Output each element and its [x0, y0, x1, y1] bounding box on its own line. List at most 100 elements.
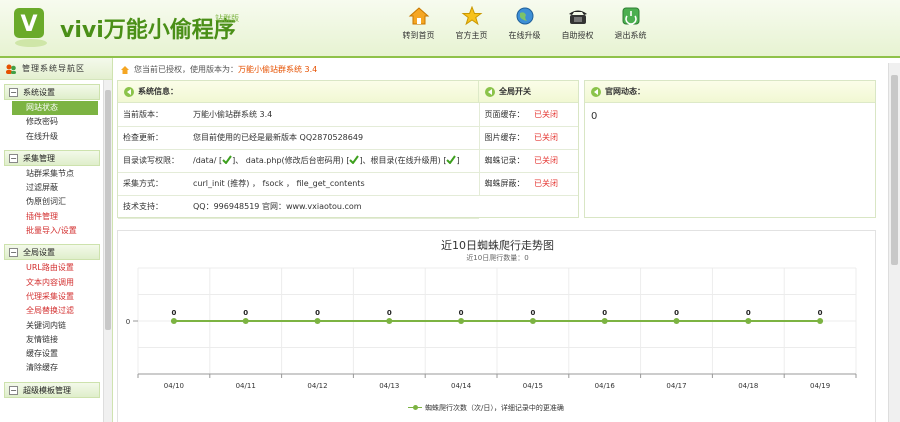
data-label: 0 [818, 309, 823, 317]
nav-official-site[interactable]: 官方主页 [445, 6, 498, 41]
chart-panel: 近10日蜘蛛爬行走势图 近10日爬行数量：0 0 04/10 04/11 04/12 0… [117, 230, 876, 422]
sidebar-item[interactable]: 网站状态 [12, 101, 98, 116]
sidebar-scrollbar[interactable] [103, 80, 112, 422]
news-title: 官网动态： [605, 87, 645, 96]
sidebar-group-title[interactable]: − 超级模板管理 [4, 381, 100, 398]
sidebar-scroll-thumb[interactable] [105, 90, 111, 330]
switch-value[interactable]: 已关闭 [529, 149, 578, 173]
logo-icon: V [14, 8, 47, 47]
legend-label: 蜘蛛爬行次数（次/日），详细记录中的更准确 [425, 404, 564, 412]
data-label: 0 [171, 309, 176, 317]
data-label: 0 [674, 309, 679, 317]
switch-value[interactable]: 已关闭 [529, 126, 578, 150]
switch-key: 图片缓存： [479, 126, 529, 150]
sidebar-item[interactable]: 站群采集节点 [4, 167, 100, 181]
home-small-icon [121, 66, 129, 74]
sidebar-group: − 全局设置 URL路由设置 文本内容调用 代理采集设置 全局替换过滤 关键词内链 友情链接缓… [4, 244, 100, 377]
sidebar-item[interactable]: 批量导入/设置 [4, 224, 100, 238]
sidebar-header: 管理系统导航区 [0, 58, 112, 80]
check-icon [446, 155, 457, 164]
user-group-icon [6, 64, 16, 74]
main-scrollbar[interactable] [888, 63, 900, 422]
info-value: 万能小偷站群系统 3.4 [188, 103, 480, 127]
sidebar-item[interactable]: 友情链接 [4, 333, 100, 347]
sidebar-item[interactable]: 在线升级 [4, 130, 100, 144]
nav-self-authorize[interactable]: 自助授权 [551, 6, 604, 41]
x-tick-label: 04/16 [595, 382, 616, 390]
update-status[interactable]: 您目前使用的已经是最新版本 QQ2870528649 [188, 126, 480, 150]
sidebar-groups: − 系统设置 网站状态 修改密码 在线升级 − 采集管理 站群采集节点 过滤屏蔽 伪原创词汇 插件管… [0, 84, 112, 398]
x-tick-label: 04/14 [451, 382, 472, 390]
data-point [817, 318, 824, 324]
switch-key: 蜘蛛记录： [479, 149, 529, 173]
sidebar-group-title[interactable]: − 采集管理 [4, 149, 100, 166]
data-label: 0 [530, 309, 535, 317]
switch-key: 页面缓存： [479, 103, 529, 127]
circle-arrow-icon [591, 87, 601, 97]
switch-value[interactable]: 已关闭 [529, 172, 578, 196]
info-key: 采集方式： [118, 172, 188, 196]
sidebar-item[interactable]: 伪原创词汇 [4, 195, 100, 209]
data-point [601, 318, 608, 324]
sidebar-item[interactable]: 文本内容调用 [4, 276, 100, 290]
collapse-icon[interactable]: − [9, 248, 18, 258]
permissions-value: /data/ []、 data.php(修改后台密码用) []、根目录(在线升级… [188, 149, 480, 173]
collect-methods: curl_init (推荐) ， fsock ， file_get_conten… [188, 172, 480, 196]
phone-icon [568, 10, 587, 24]
system-info-table: 当前版本： 万能小偷站群系统 3.4 页面缓存： 已关闭 检查更新： 您目前使用… [118, 103, 578, 219]
nav-online-upgrade[interactable]: 在线升级 [498, 6, 551, 41]
circle-arrow-icon [124, 87, 134, 97]
data-point [529, 318, 536, 324]
x-tick-label: 04/13 [379, 382, 399, 390]
breadcrumb-version: 万能小偷站群系统 3.4 [238, 65, 318, 74]
sidebar-item[interactable]: 关键词内链 [4, 319, 100, 333]
system-info-title: 系统信息： [138, 87, 178, 96]
sidebar-title: 管理系统导航区 [22, 64, 85, 73]
data-point [673, 318, 680, 324]
check-icon [349, 155, 360, 164]
switch-value[interactable]: 已关闭 [529, 103, 578, 127]
exit-icon [622, 7, 639, 25]
circle-arrow-icon [485, 87, 495, 97]
sidebar-item[interactable]: 修改密码 [4, 115, 100, 129]
data-label: 0 [243, 309, 248, 317]
data-label: 0 [459, 309, 464, 317]
sidebar-item[interactable]: 代理采集设置 [4, 290, 100, 304]
check-icon [222, 155, 232, 164]
sidebar-item[interactable]: 全局替换过滤 [4, 304, 100, 318]
table-row: 技术支持： QQ：996948519 官网：www.vxiaotou.com [118, 195, 578, 219]
breadcrumb: 您当前已授权，使用版本为：万能小偷站群系统 3.4 [118, 62, 317, 78]
info-key: 目录读写权限： [118, 149, 188, 173]
x-tick-label: 04/11 [236, 382, 256, 390]
collapse-icon[interactable]: − [9, 88, 18, 97]
sidebar-group-title[interactable]: − 全局设置 [4, 244, 100, 261]
sidebar-group: − 采集管理 站群采集节点 过滤屏蔽 伪原创词汇 插件管理 批量导入/设置 [4, 149, 100, 240]
data-point [170, 318, 177, 324]
sidebar-group-title[interactable]: − 系统设置 [4, 84, 100, 100]
sidebar-item[interactable]: 缓存设置 [4, 347, 100, 361]
table-row: 当前版本： 万能小偷站群系统 3.4 页面缓存： 已关闭 [118, 103, 578, 127]
data-label: 0 [387, 309, 392, 317]
nav-home[interactable]: 转到首页 [392, 6, 445, 41]
collapse-icon[interactable]: − [9, 385, 18, 395]
main-scroll-thumb[interactable] [891, 75, 898, 265]
chart-legend[interactable]: 蜘蛛爬行次数（次/日），详细记录中的更准确 [408, 403, 564, 413]
sidebar: 管理系统导航区 − 系统设置 网站状态 修改密码 在线升级 − 采集管理 站群采集节点 过滤屏蔽… [0, 58, 113, 422]
system-info-header: 系统信息： [118, 81, 479, 103]
collapse-icon[interactable]: − [9, 153, 18, 163]
nav-logout[interactable]: 退出系统 [604, 6, 657, 41]
global-switch-header: 全局开关 [479, 81, 578, 103]
news-header: 官网动态： [585, 81, 875, 103]
legend-marker [408, 404, 422, 410]
support-contact: QQ：996948519 官网：www.vxiaotou.com [188, 195, 479, 219]
header: V vivi万能小偷程序 站群版 转到首页 官方主页 在线升级 自助授权 退出系… [0, 0, 900, 58]
news-count: 0 [591, 111, 598, 122]
sidebar-group: − 系统设置 网站状态 修改密码 在线升级 [4, 84, 100, 146]
sidebar-item[interactable]: 插件管理 [4, 210, 100, 224]
home-icon [408, 7, 429, 25]
sidebar-item[interactable]: URL路由设置 [4, 261, 100, 275]
data-label: 0 [602, 309, 607, 317]
sidebar-item[interactable]: 过滤屏蔽 [4, 181, 100, 195]
sidebar-item[interactable]: 清除缓存 [4, 361, 100, 375]
data-point [314, 318, 321, 324]
